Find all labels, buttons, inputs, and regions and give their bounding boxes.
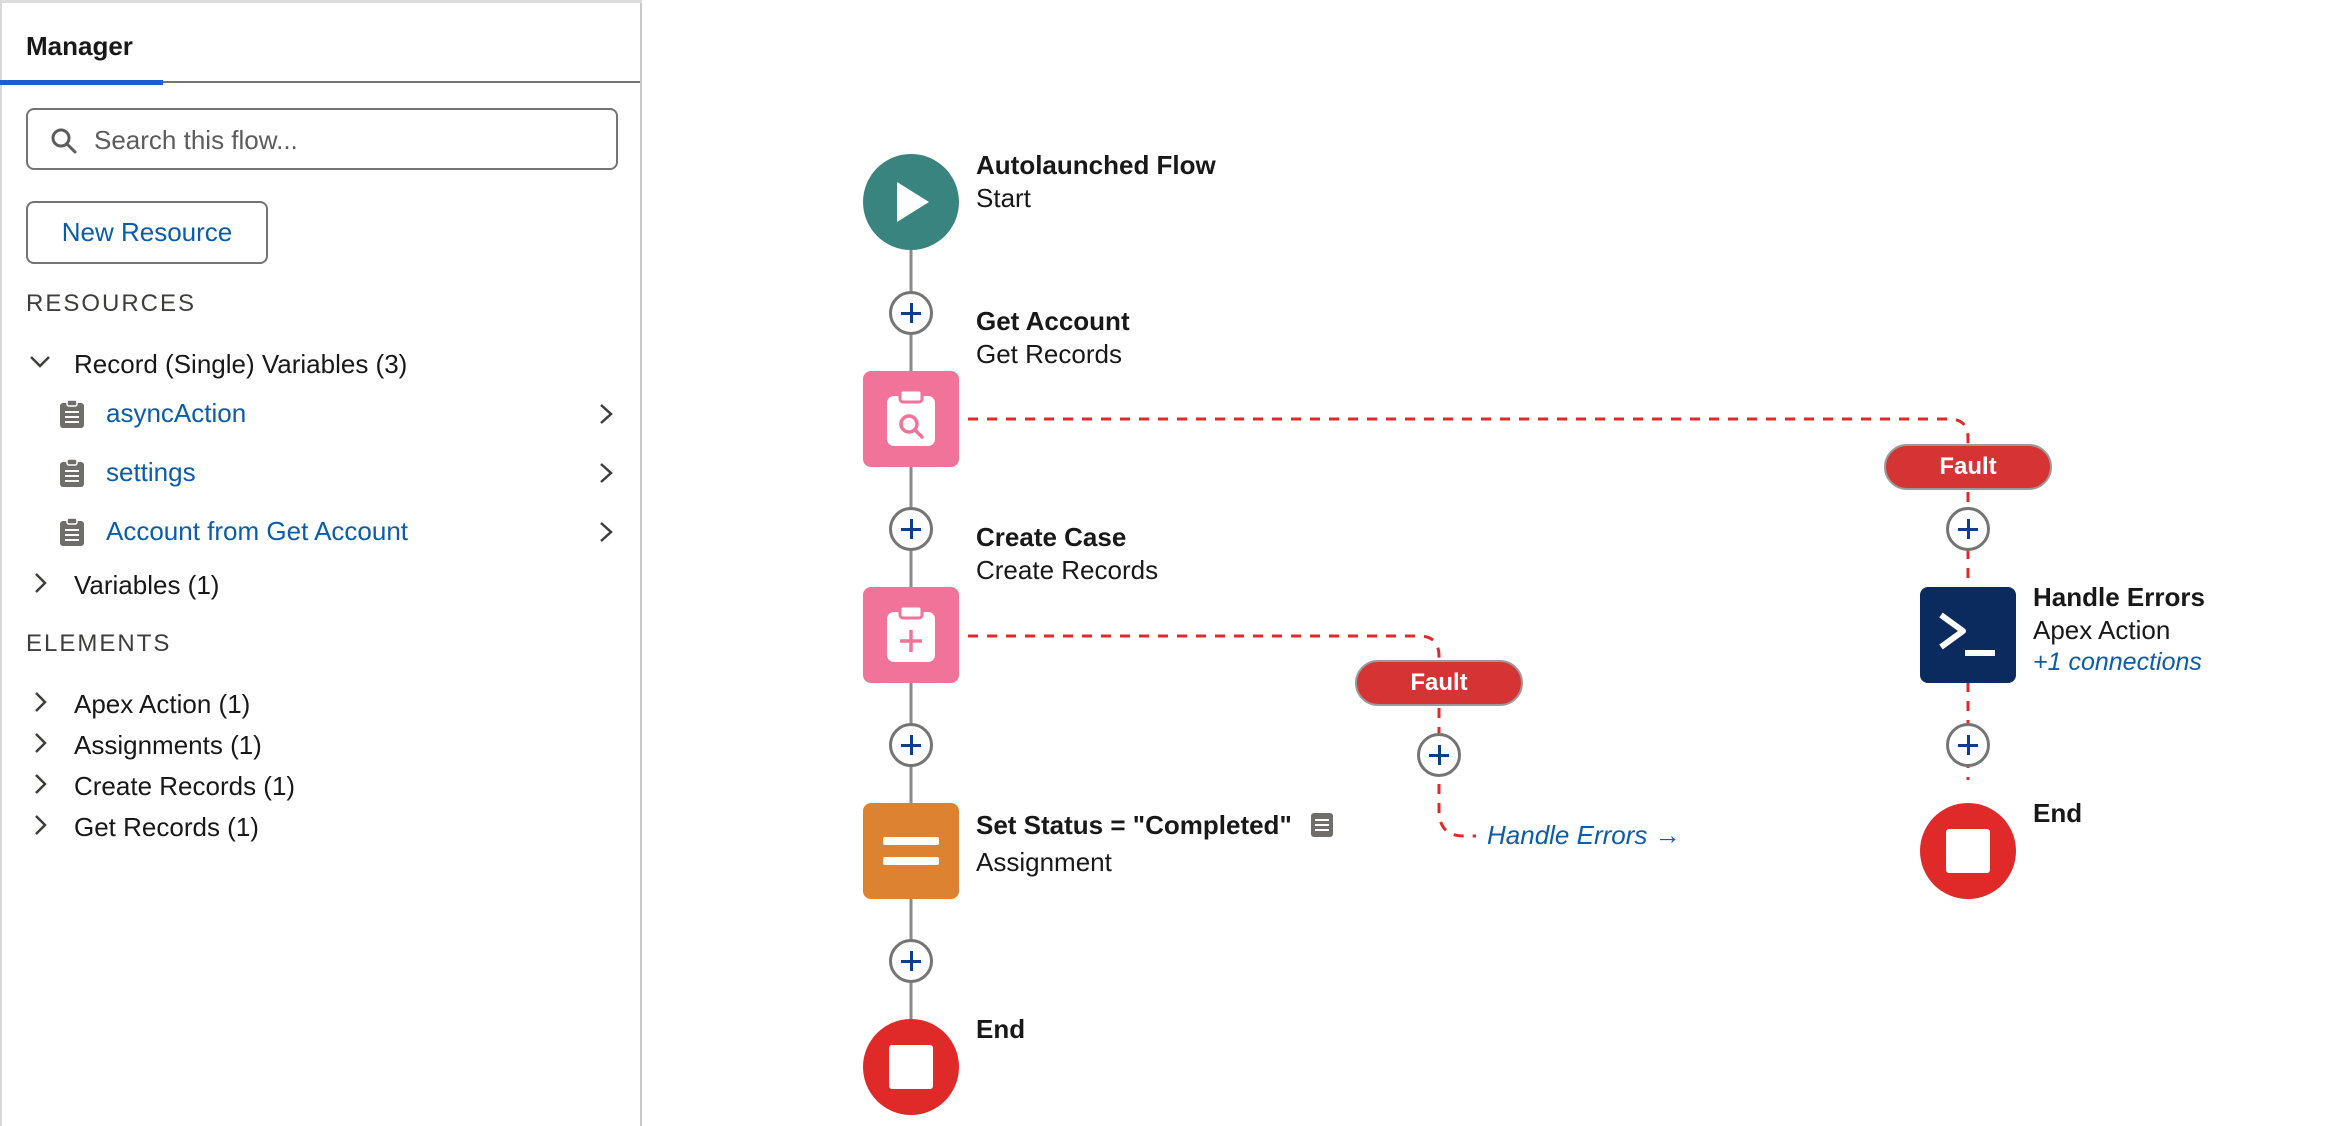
elements-heading: ELEMENTS [26, 630, 172, 657]
handle-errors-subtitle: Apex Action [2033, 615, 2171, 645]
clipboard-icon [60, 399, 84, 428]
chevron-right-icon[interactable] [596, 403, 616, 425]
assignment-icon [883, 837, 939, 865]
new-resource-button[interactable]: New Resource [26, 201, 268, 264]
add-element-button[interactable] [889, 723, 933, 767]
tree-group-label: Variables (1) [74, 570, 220, 600]
end-node-fault[interactable] [1920, 803, 2016, 899]
add-element-button[interactable] [1946, 507, 1990, 551]
get-account-title: Get Account [976, 306, 1130, 336]
chevron-right-icon[interactable] [596, 521, 616, 543]
tree-group-label: Get Records (1) [74, 812, 259, 842]
tree-group-label: Apex Action (1) [74, 689, 251, 719]
tree-group-label: Create Records (1) [74, 771, 296, 801]
stop-icon [1946, 829, 1990, 873]
set-status-title-text: Set Status = "Completed" [976, 810, 1292, 840]
resource-item-asyncaction[interactable]: asyncAction [0, 389, 640, 437]
create-case-subtitle: Create Records [976, 555, 1159, 585]
tree-group-apex-action[interactable]: Apex Action (1) [0, 682, 640, 722]
chevron-down-icon [30, 356, 50, 368]
create-case-node[interactable] [863, 587, 959, 683]
resource-item-label: settings [106, 457, 196, 487]
fault-label-2: Fault [1355, 660, 1523, 706]
add-element-button[interactable] [889, 939, 933, 983]
add-element-button[interactable] [1946, 723, 1990, 767]
end-node-fault-text: End [2033, 798, 2082, 829]
get-account-node[interactable] [863, 371, 959, 467]
tree-group-label: Assignments (1) [74, 730, 262, 760]
goto-handle-errors-link[interactable]: Handle Errors → [1487, 820, 1681, 851]
connections-link[interactable]: +1 connections [2033, 648, 2205, 677]
chevron-right-icon [35, 815, 47, 835]
chevron-right-icon [35, 774, 47, 794]
tab-manager-label: Manager [26, 31, 133, 61]
tab-bar: Manager [0, 3, 640, 85]
apex-action-icon [1939, 612, 1995, 656]
chevron-right-icon [35, 733, 47, 753]
tree-group-get-records[interactable]: Get Records (1) [0, 805, 640, 845]
search-icon [51, 128, 77, 154]
get-account-subtitle: Get Records [976, 339, 1122, 369]
set-status-node-text: Set Status = "Completed" Assignment [976, 810, 1335, 878]
add-element-button[interactable] [889, 507, 933, 551]
chevron-right-icon[interactable] [596, 462, 616, 484]
fault-connector-2 [968, 634, 1441, 664]
play-icon [897, 182, 929, 222]
handle-errors-node-text: Handle Errors Apex Action +1 connections [2033, 582, 2205, 677]
resource-item-settings[interactable]: settings [0, 448, 640, 496]
search-box[interactable] [26, 108, 618, 170]
resource-item-label: Account from Get Account [106, 516, 409, 546]
set-status-subtitle: Assignment [976, 847, 1112, 877]
resource-item-account-from-get-account[interactable]: Account from Get Account [0, 507, 640, 555]
add-element-button[interactable] [1417, 733, 1461, 777]
chevron-right-icon [35, 692, 47, 712]
start-node[interactable] [863, 154, 959, 250]
end-fault-title: End [2033, 798, 2083, 828]
manager-panel: Manager New Resource RESOURCES Record (S… [0, 0, 642, 1126]
fault-connector-1 [968, 417, 1970, 448]
clipboard-icon [60, 458, 84, 487]
tree-group-label: Record (Single) Variables (3) [74, 349, 408, 379]
fault-label-1: Fault [1884, 444, 2052, 490]
handle-errors-title: Handle Errors [2033, 582, 2205, 612]
end-main-title: End [976, 1014, 1026, 1044]
get-account-node-text: Get Account Get Records [976, 306, 1130, 370]
create-records-icon [887, 604, 935, 662]
set-status-node[interactable] [863, 803, 959, 899]
end-node-main[interactable] [863, 1019, 959, 1115]
end-node-main-text: End [976, 1014, 1025, 1045]
chevron-right-icon [35, 573, 47, 593]
start-node-subtitle: Start [976, 183, 1031, 213]
tree-group-assignments[interactable]: Assignments (1) [0, 723, 640, 763]
add-element-button[interactable] [889, 291, 933, 335]
set-status-title: Set Status = "Completed" [976, 810, 1335, 841]
flow-canvas[interactable]: Autolaunched Flow Start Get Account Get … [644, 0, 2348, 1126]
start-node-title: Autolaunched Flow [976, 150, 1216, 180]
search-input[interactable] [92, 120, 596, 160]
create-case-node-text: Create Case Create Records [976, 522, 1158, 586]
tree-group-variables[interactable]: Variables (1) [0, 563, 640, 603]
get-records-icon [887, 388, 935, 446]
resources-heading: RESOURCES [26, 290, 197, 317]
description-icon[interactable] [1309, 812, 1335, 838]
start-node-text: Autolaunched Flow Start [976, 150, 1216, 214]
handle-errors-node[interactable] [1920, 587, 2016, 683]
resource-item-label: asyncAction [106, 398, 247, 428]
create-case-title: Create Case [976, 522, 1127, 552]
tab-manager[interactable]: Manager [0, 3, 163, 85]
tree-group-record-variables[interactable]: Record (Single) Variables (3) [0, 342, 640, 382]
tree-group-create-records[interactable]: Create Records (1) [0, 764, 640, 804]
stop-icon [889, 1045, 933, 1089]
clipboard-icon [60, 517, 84, 546]
